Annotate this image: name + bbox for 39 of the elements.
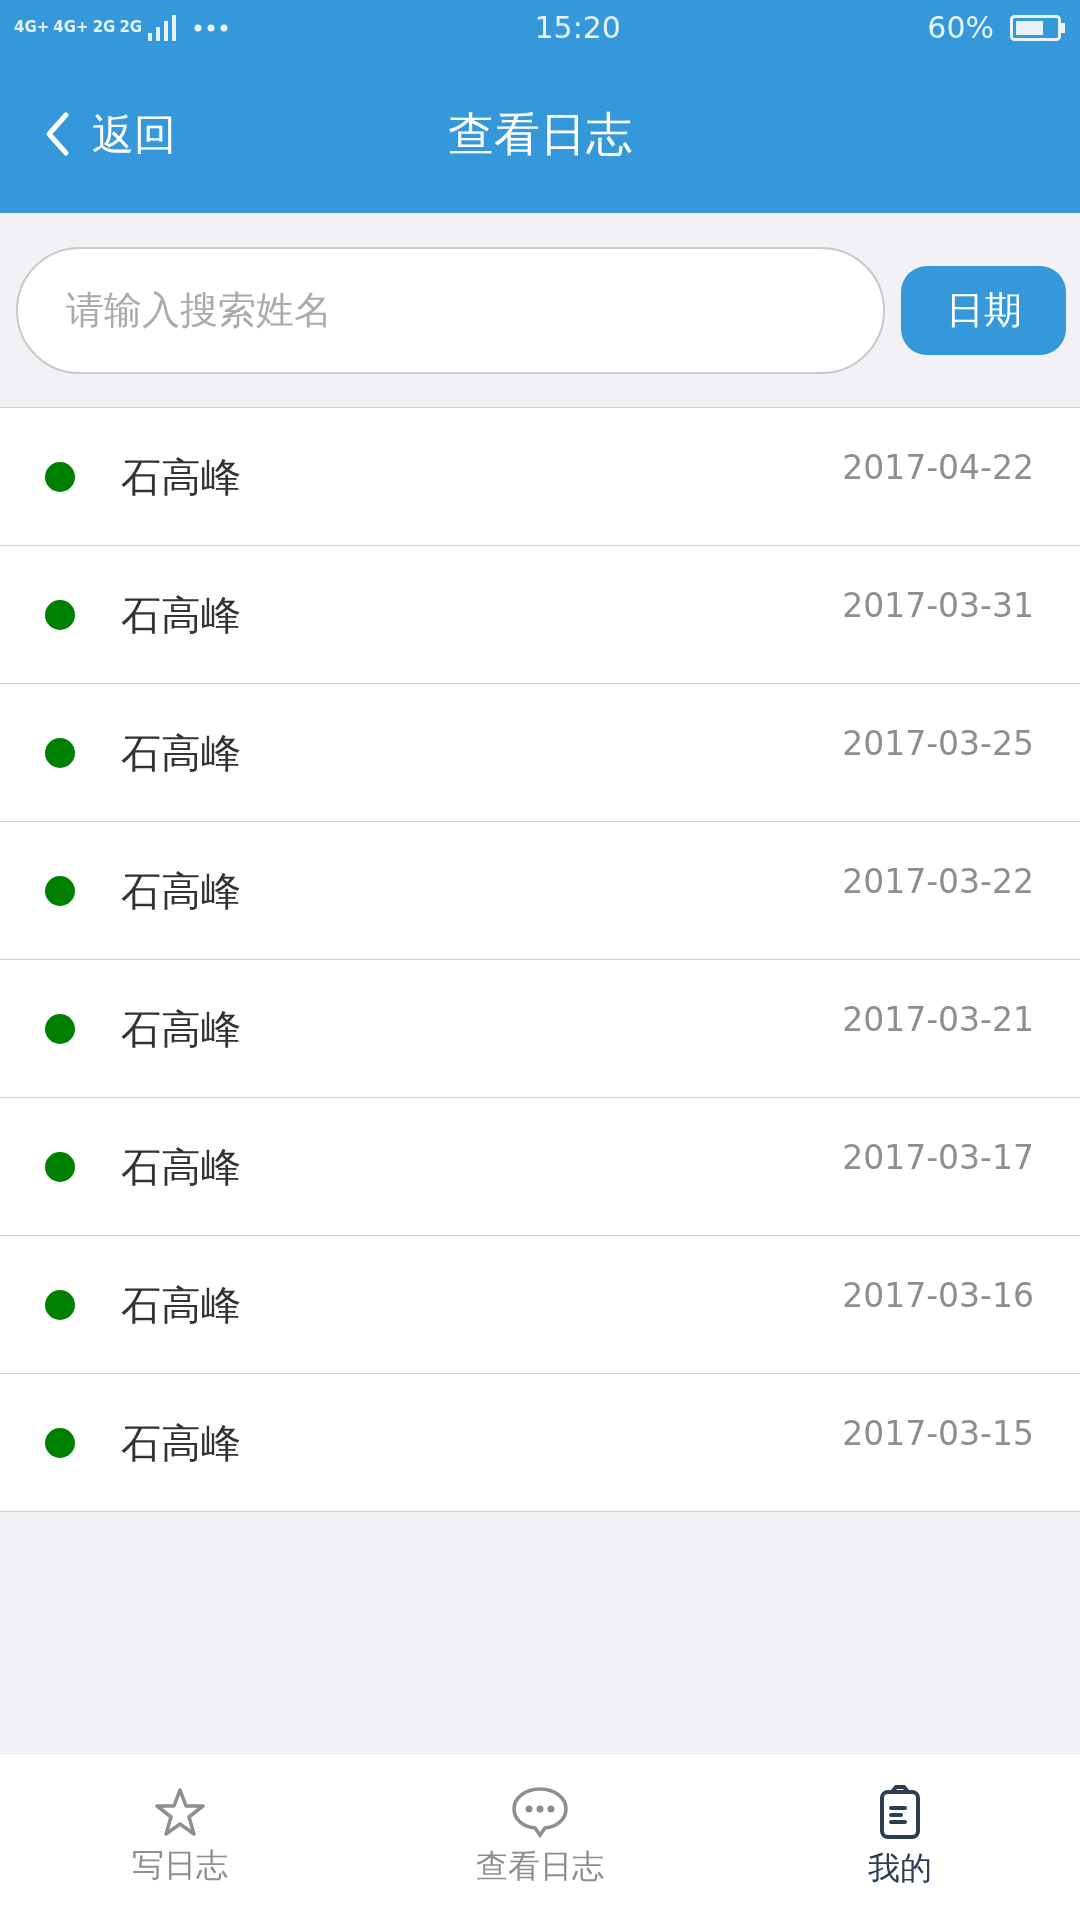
log-row[interactable]: 石高峰 2017-03-31 xyxy=(0,546,1080,684)
star-icon xyxy=(154,1786,206,1837)
log-row[interactable]: 石高峰 2017-03-21 xyxy=(0,960,1080,1098)
log-row[interactable]: 石高峰 2017-04-22 xyxy=(0,408,1080,546)
log-date: 2017-03-25 xyxy=(842,722,1034,765)
network-label: 4G+ xyxy=(53,20,89,35)
log-date: 2017-03-16 xyxy=(842,1274,1034,1317)
log-name: 石高峰 xyxy=(121,867,241,914)
network-label: 2G xyxy=(92,20,116,35)
status-time: 15:20 xyxy=(534,10,621,45)
log-row[interactable]: 石高峰 2017-03-22 xyxy=(0,822,1080,960)
log-row[interactable]: 石高峰 2017-03-17 xyxy=(0,1098,1080,1236)
log-name: 石高峰 xyxy=(121,1005,241,1052)
log-name: 石高峰 xyxy=(121,1419,241,1466)
more-icon xyxy=(194,23,229,32)
log-name: 石高峰 xyxy=(121,729,241,776)
log-row[interactable]: 石高峰 2017-03-25 xyxy=(0,684,1080,822)
log-name: 石高峰 xyxy=(121,453,241,500)
log-date: 2017-03-17 xyxy=(842,1136,1034,1179)
battery-icon xyxy=(1010,14,1066,41)
chat-icon xyxy=(511,1785,569,1838)
log-date: 2017-03-22 xyxy=(842,860,1034,903)
page-title: 查看日志 xyxy=(448,105,632,163)
tab-item[interactable]: 我的 xyxy=(720,1755,1080,1920)
log-date: 2017-03-21 xyxy=(842,998,1034,1041)
search-field[interactable]: 请输入搜索姓名 xyxy=(16,246,885,374)
chevron-left-icon xyxy=(44,111,70,157)
clipboard-icon xyxy=(879,1783,921,1840)
log-date: 2017-03-31 xyxy=(842,584,1034,627)
log-name: 石高峰 xyxy=(121,1143,241,1190)
log-name: 石高峰 xyxy=(121,591,241,638)
log-date: 2017-03-15 xyxy=(842,1412,1034,1455)
log-date: 2017-04-22 xyxy=(842,446,1034,489)
battery-percent: 60% xyxy=(927,9,994,47)
log-row[interactable]: 石高峰 2017-03-16 xyxy=(0,1236,1080,1374)
log-name: 石高峰 xyxy=(121,1281,241,1328)
network-label: 2G xyxy=(119,20,143,35)
network-label: 4G+ xyxy=(14,20,50,35)
log-row[interactable]: 石高峰 2017-03-15 xyxy=(0,1374,1080,1512)
